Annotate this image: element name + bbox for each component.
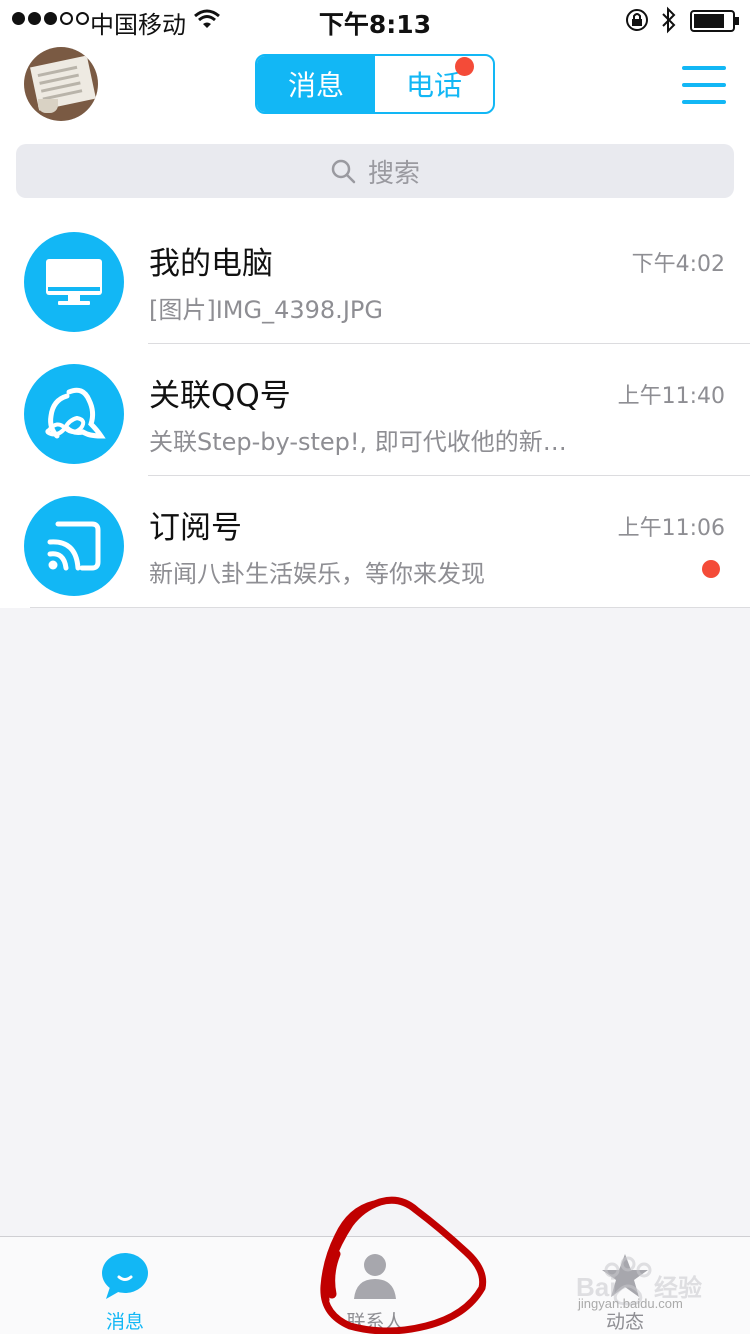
tab-label: 消息 xyxy=(105,1311,144,1333)
tab-messages[interactable]: 消息 xyxy=(257,56,375,112)
conversation-title: 订阅号 xyxy=(149,510,242,546)
tab-calls[interactable]: 电话 xyxy=(375,56,493,112)
monitor-icon xyxy=(24,232,124,332)
conversation-time: 上午11:06 xyxy=(617,516,725,541)
app-header: 消息 电话 xyxy=(0,40,750,130)
conversation-time: 上午11:40 xyxy=(617,384,725,409)
search-bar-container: 搜索 xyxy=(0,130,750,212)
bluetooth-icon xyxy=(662,6,676,34)
conversation-preview: [图片]IMG_4398.JPG xyxy=(149,296,383,324)
battery-icon xyxy=(690,10,739,32)
conversation-title: 我的电脑 xyxy=(149,246,273,282)
conversation-title: 关联QQ号 xyxy=(149,378,291,414)
avatar[interactable] xyxy=(24,47,98,121)
list-item[interactable]: 订阅号 上午11:06 新闻八卦生活娱乐，等你来发现 xyxy=(0,476,750,608)
linked-accounts-icon xyxy=(24,364,124,464)
conversation-preview: 新闻八卦生活娱乐，等你来发现 xyxy=(149,560,485,588)
rss-icon xyxy=(24,496,124,596)
search-icon xyxy=(331,159,356,184)
conversation-list: 我的电脑 下午4:02 [图片]IMG_4398.JPG 关联QQ号 上午11:… xyxy=(0,212,750,608)
chat-bubble-icon xyxy=(102,1253,148,1299)
status-bar: 中国移动 下午8:13 xyxy=(0,0,750,40)
rotation-lock-icon xyxy=(626,9,648,31)
unread-badge xyxy=(702,560,720,578)
divider xyxy=(30,607,750,608)
list-item[interactable]: 关联QQ号 上午11:40 关联Step-by-step!, 即可代收他的新… xyxy=(0,344,750,476)
watermark-url: jingyan.baidu.com xyxy=(578,1296,683,1311)
calls-badge xyxy=(455,57,474,76)
annotation-circle xyxy=(320,1196,487,1334)
menu-icon[interactable] xyxy=(682,66,726,104)
baidu-logo: Bai 经验 xyxy=(576,1256,702,1306)
conversation-preview: 关联Step-by-step!, 即可代收他的新… xyxy=(149,428,567,456)
search-input[interactable]: 搜索 xyxy=(16,144,734,198)
tab-messages-bottom[interactable]: 消息 xyxy=(0,1237,250,1334)
list-item[interactable]: 我的电脑 下午4:02 [图片]IMG_4398.JPG xyxy=(0,212,750,344)
conversation-time: 下午4:02 xyxy=(631,252,725,277)
search-placeholder: 搜索 xyxy=(367,158,420,189)
